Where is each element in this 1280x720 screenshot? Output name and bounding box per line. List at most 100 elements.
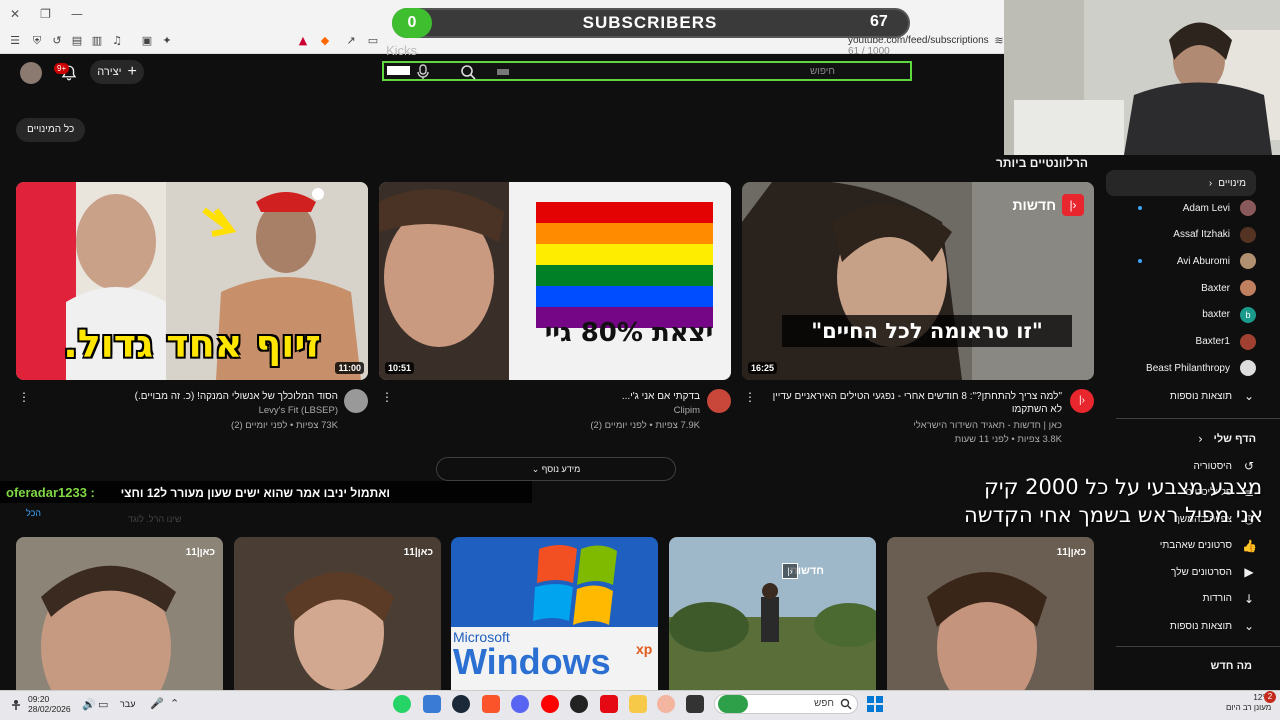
sidebar-show-more-2[interactable]: תוצאות נוספות ⌄ <box>1106 613 1256 639</box>
more-options-icon[interactable]: ⋮ <box>744 390 756 404</box>
stream-overlay-text-1: מצבע מצבעי על כל 2000 קיק <box>984 475 1263 499</box>
more-options-icon[interactable]: ⋮ <box>18 390 30 404</box>
app-icon[interactable] <box>657 695 675 713</box>
music-icon[interactable]: ♫ <box>110 34 124 48</box>
video-thumbnail[interactable]: כאן|11 <box>16 537 223 690</box>
chat-username: oferadar1233 : <box>6 485 95 500</box>
restore-icon[interactable]: ❐ <box>40 7 51 21</box>
channel-avatar[interactable] <box>344 389 368 413</box>
app-icon[interactable] <box>423 695 441 713</box>
create-button[interactable]: יצירה + <box>90 60 144 84</box>
shield-icon[interactable]: ⛨ <box>30 34 44 48</box>
chatgpt-icon[interactable] <box>570 695 588 713</box>
channel-avatar[interactable]: |› <box>1070 389 1094 413</box>
sidebar-subscription-name: Baxter <box>1201 282 1230 294</box>
language-indicator[interactable]: עבר <box>120 699 135 709</box>
sidebar-subscription-name: Baxter1 <box>1195 336 1230 347</box>
chevron-down-icon: ⌄ <box>1243 619 1255 633</box>
mic-icon[interactable]: 🎤 <box>150 697 164 710</box>
mic-icon[interactable] <box>416 64 430 80</box>
show-all-link[interactable]: הכל <box>26 508 41 518</box>
sidebar-you-header[interactable]: › הדף שלי <box>1106 426 1256 452</box>
channel-avatar: b <box>1240 306 1256 323</box>
cast-icon[interactable]: ▭ <box>366 34 380 48</box>
terminal-icon[interactable] <box>686 695 704 713</box>
video-title[interactable]: בדקתי אם אני ג'י... <box>400 390 700 403</box>
minimize-icon[interactable]: — <box>71 7 83 21</box>
history-icon[interactable]: ↺ <box>50 34 64 48</box>
sidebar-subscription[interactable]: baxter b <box>1106 302 1256 328</box>
sidebar-subscription[interactable]: Beast Philanthropy <box>1106 355 1256 381</box>
channel-avatar <box>1240 360 1256 377</box>
more-options-icon[interactable]: ⋮ <box>381 390 393 404</box>
volume-icon[interactable]: 🔊 <box>82 698 96 711</box>
sidebar-subscriptions-header[interactable]: › מינויים <box>1106 170 1256 196</box>
thumbnail-text: יצאת 80% גיי <box>544 318 714 348</box>
triangle-icon[interactable]: ▲ <box>296 34 310 48</box>
extension-icon[interactable]: ✦ <box>160 34 174 48</box>
sidebar-subscription[interactable]: Avi Aburomi <box>1106 248 1256 274</box>
channel-avatar <box>1240 333 1256 350</box>
webcam-feed <box>1004 0 1280 155</box>
sidebar-subscription[interactable]: Baxter <box>1106 275 1256 301</box>
menu-icon[interactable]: ☰ <box>8 34 22 48</box>
avatar[interactable] <box>20 62 42 84</box>
video-thumbnail[interactable]: יצאת 80% גיי 10:51 <box>379 182 731 380</box>
wallet-icon[interactable]: ▣ <box>140 34 154 48</box>
sidebar-subscription[interactable]: Assaf Itzhaki <box>1106 222 1256 248</box>
taskbar-date: 28/02/2026 <box>28 704 71 714</box>
filter-chip-all[interactable]: כל המינויים <box>16 118 86 142</box>
windows-start-icon[interactable] <box>866 695 884 713</box>
sidebar-show-more[interactable]: תוצאות נוספות ⌄ <box>1106 383 1256 409</box>
close-icon[interactable]: ✕ <box>10 7 20 21</box>
video-channel[interactable]: Levy's Fit (LBSEP) <box>40 405 338 416</box>
video-thumbnail[interactable]: כאן|11 <box>234 537 441 690</box>
video-thumbnail[interactable]: חדשות |› "זו טראומה לכל החיים" 16:25 <box>742 182 1094 380</box>
overlay-block-small <box>497 69 509 75</box>
video-thumbnail[interactable]: זיוף אחד גדול. 11:00 <box>16 182 368 380</box>
show-more-button[interactable]: ⌄ מידע נוסף <box>436 457 676 481</box>
taskbar-clock[interactable]: 09:20 28/02/2026 <box>28 694 71 714</box>
sidebar-subscription-name: Adam Levi <box>1182 202 1230 214</box>
sidebar-subscription[interactable]: Baxter1 <box>1106 329 1256 355</box>
sidebar-subscription-name: Beast Philanthropy <box>1146 362 1230 374</box>
display-icon[interactable]: ▭ <box>98 698 108 711</box>
weather-desc: מעונן רב היום <box>1226 703 1272 712</box>
file-explorer-icon[interactable] <box>629 695 647 713</box>
video-title[interactable]: הסוד המלוכלך של אנשולי המנקה! (כ. זה מבו… <box>40 390 338 403</box>
video-title[interactable]: "למה צריך להתחתן?": 8 חודשים אחרי - נפגע… <box>762 390 1062 416</box>
sidebar-item-download[interactable]: הורדות ↓ <box>1106 586 1256 612</box>
video-thumbnail[interactable]: Microsoft Windows xp <box>451 537 658 690</box>
steam-icon[interactable] <box>452 695 470 713</box>
video-duration: 16:25 <box>748 362 778 374</box>
share-icon[interactable]: ↗ <box>344 34 358 48</box>
video-meta: 3.8K צפיות • לפני 11 שעות <box>954 434 1062 445</box>
accessibility-icon[interactable] <box>10 698 22 710</box>
thumbnail-image <box>16 537 223 690</box>
sidebar-item-thumb-up[interactable]: סרטונים שאהבתי 👍 <box>1106 533 1257 559</box>
chevron-up-icon[interactable]: ⌃ <box>170 697 179 710</box>
video-icon: ▶ <box>1244 565 1254 579</box>
video-meta: 7.9K צפיות • לפני יומיים (2) <box>590 420 700 431</box>
notification-count[interactable]: 2 <box>1264 691 1276 703</box>
chevron-down-icon: ⌄ <box>1243 389 1255 403</box>
tabs-icon[interactable]: ▤ <box>70 34 84 48</box>
search-icon[interactable] <box>460 64 476 80</box>
video-thumbnail[interactable]: חדשות |› <box>669 537 876 690</box>
channel-avatar[interactable] <box>707 389 731 413</box>
discord-icon[interactable] <box>511 695 529 713</box>
channel-avatar <box>1240 253 1256 270</box>
video-thumbnail[interactable]: כאן|11 <box>887 537 1094 690</box>
sidebar-subscription-name: Avi Aburomi <box>1176 255 1230 267</box>
netflix-icon[interactable] <box>600 695 618 713</box>
kicks-label: Kicks <box>386 43 418 58</box>
sidebar-icon[interactable]: ▥ <box>90 34 104 48</box>
brave-shield-icon[interactable]: ◆ <box>318 34 332 48</box>
sidebar-item-video[interactable]: הסרטונים שלך ▶ <box>1106 559 1256 585</box>
whatsapp-icon[interactable] <box>393 695 411 713</box>
sidebar-subscription[interactable]: Adam Levi <box>1106 195 1256 221</box>
brave-icon[interactable] <box>482 695 500 713</box>
video-channel[interactable]: כאן | חדשות - תאגיד השידור הישראלי <box>762 420 1062 431</box>
video-channel[interactable]: Clipim <box>400 405 700 416</box>
youtube-icon[interactable] <box>541 695 559 713</box>
